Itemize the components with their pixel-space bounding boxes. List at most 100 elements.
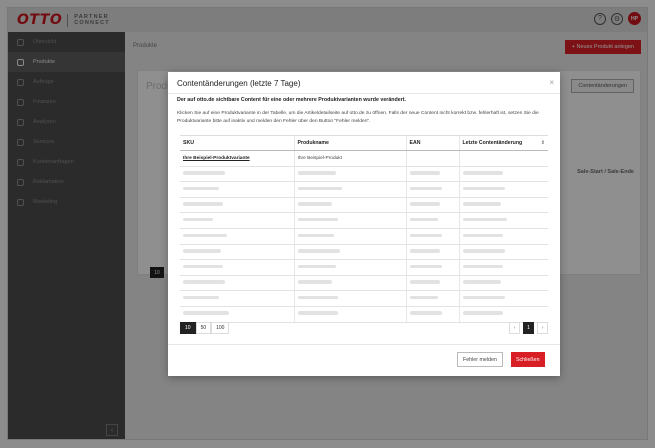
pagination: ‹ 1 › <box>509 322 548 334</box>
last-change-cell <box>458 197 548 214</box>
ean-cell <box>405 275 459 292</box>
last-change-cell <box>458 228 548 245</box>
redacted-text <box>183 264 223 269</box>
close-icon[interactable]: × <box>549 78 554 87</box>
sku-cell[interactable] <box>180 212 294 229</box>
ean-cell <box>405 212 459 229</box>
redacted-text <box>183 280 225 284</box>
redacted-text <box>409 264 442 269</box>
page-size-50[interactable]: 50 <box>195 322 212 334</box>
table-row[interactable]: Ihre Beispiel-Produktvariante Ihre Beisp… <box>180 150 548 167</box>
redacted-text <box>409 295 438 300</box>
modal-subtitle: Der auf otto.de sichtbare Content für ei… <box>177 97 406 103</box>
redacted-text <box>462 217 507 222</box>
column-header-ean: EAN <box>405 135 459 151</box>
redacted-text <box>462 233 503 238</box>
page-size-10[interactable]: 10 <box>180 322 196 334</box>
redacted-text <box>462 186 505 191</box>
redacted-text <box>297 233 334 238</box>
redacted-text <box>297 264 336 269</box>
redacted-text <box>409 217 438 222</box>
sku-cell[interactable] <box>180 197 294 214</box>
redacted-text <box>462 249 505 253</box>
sku-cell[interactable]: Ihre Beispiel-Produktvariante <box>180 150 294 167</box>
last-change-cell <box>458 275 548 292</box>
column-header-last-change[interactable]: Letzte Contentänderung ⇕ <box>458 135 548 151</box>
sku-cell[interactable] <box>180 259 294 276</box>
product-name-cell <box>293 166 406 183</box>
redacted-text <box>183 249 221 253</box>
column-header-sku: SKU <box>180 135 294 151</box>
last-change-cell <box>458 166 548 183</box>
ean-cell <box>405 181 459 198</box>
table-row[interactable] <box>180 181 548 198</box>
redacted-text <box>183 186 219 191</box>
redacted-text <box>462 264 503 269</box>
table-row[interactable] <box>180 290 548 307</box>
table-row[interactable] <box>180 228 548 245</box>
product-name-cell <box>293 275 406 292</box>
ean-cell <box>405 259 459 276</box>
product-name-cell <box>293 244 406 261</box>
redacted-text <box>409 280 440 284</box>
redacted-text <box>297 171 336 175</box>
last-change-cell <box>458 212 548 229</box>
redacted-text <box>462 295 505 300</box>
redacted-text <box>409 311 442 315</box>
redacted-text <box>409 171 440 175</box>
redacted-text <box>297 249 340 253</box>
page-button-current[interactable]: 1 <box>523 322 534 334</box>
chevron-left-icon[interactable]: ‹ <box>509 322 520 334</box>
product-name-cell <box>293 259 406 276</box>
redacted-text <box>297 217 338 222</box>
sku-cell[interactable] <box>180 290 294 307</box>
product-name-cell <box>293 212 406 229</box>
sku-cell[interactable] <box>180 244 294 261</box>
product-name-cell: Ihre Beispiel-Produkt <box>293 150 406 167</box>
table-row[interactable] <box>180 197 548 214</box>
ean-cell <box>405 244 459 261</box>
table-row[interactable] <box>180 306 548 323</box>
redacted-text <box>183 233 227 238</box>
sku-cell[interactable] <box>180 181 294 198</box>
modal-description: Klicken Sie auf eine Produktvariante in … <box>177 111 539 124</box>
table-row[interactable] <box>180 166 548 183</box>
table-row[interactable] <box>180 212 548 229</box>
sku-cell[interactable] <box>180 275 294 292</box>
page-size-100[interactable]: 100 <box>211 322 230 334</box>
redacted-text <box>183 295 219 300</box>
sku-cell[interactable] <box>180 228 294 245</box>
redacted-text <box>409 186 442 191</box>
modal-title: Contentänderungen (letzte 7 Tage) <box>177 79 301 88</box>
column-header-product-name: Produkname <box>293 135 406 151</box>
sku-cell[interactable] <box>180 166 294 183</box>
redacted-text <box>183 311 229 315</box>
table-header-row: SKU Produkname EAN Letzte Contentänderun… <box>180 135 548 151</box>
redacted-text <box>297 280 332 284</box>
last-change-cell <box>458 259 548 276</box>
redacted-text <box>183 202 223 206</box>
close-button[interactable]: Schließen <box>511 352 545 367</box>
last-change-cell <box>458 181 548 198</box>
redacted-text <box>462 171 503 175</box>
table-row[interactable] <box>180 275 548 292</box>
redacted-text <box>462 202 501 206</box>
ean-cell <box>405 290 459 307</box>
redacted-text <box>297 186 342 191</box>
sort-icon[interactable]: ⇕ <box>541 140 545 146</box>
last-change-cell <box>458 244 548 261</box>
page-size-selector: 10 50 100 <box>180 322 230 334</box>
product-name-cell <box>293 290 406 307</box>
product-name-cell <box>293 306 406 323</box>
chevron-right-icon[interactable]: › <box>537 322 548 334</box>
report-error-button[interactable]: Fehler melden <box>457 352 503 367</box>
sku-link[interactable]: Ihre Beispiel-Produktvariante <box>183 156 250 161</box>
product-name-cell <box>293 181 406 198</box>
modal-divider <box>168 93 560 94</box>
last-change-cell <box>458 306 548 323</box>
content-changes-table: SKU Produkname EAN Letzte Contentänderun… <box>180 135 548 323</box>
table-row[interactable] <box>180 244 548 261</box>
sku-cell[interactable] <box>180 306 294 323</box>
redacted-text <box>297 202 332 206</box>
table-row[interactable] <box>180 259 548 276</box>
